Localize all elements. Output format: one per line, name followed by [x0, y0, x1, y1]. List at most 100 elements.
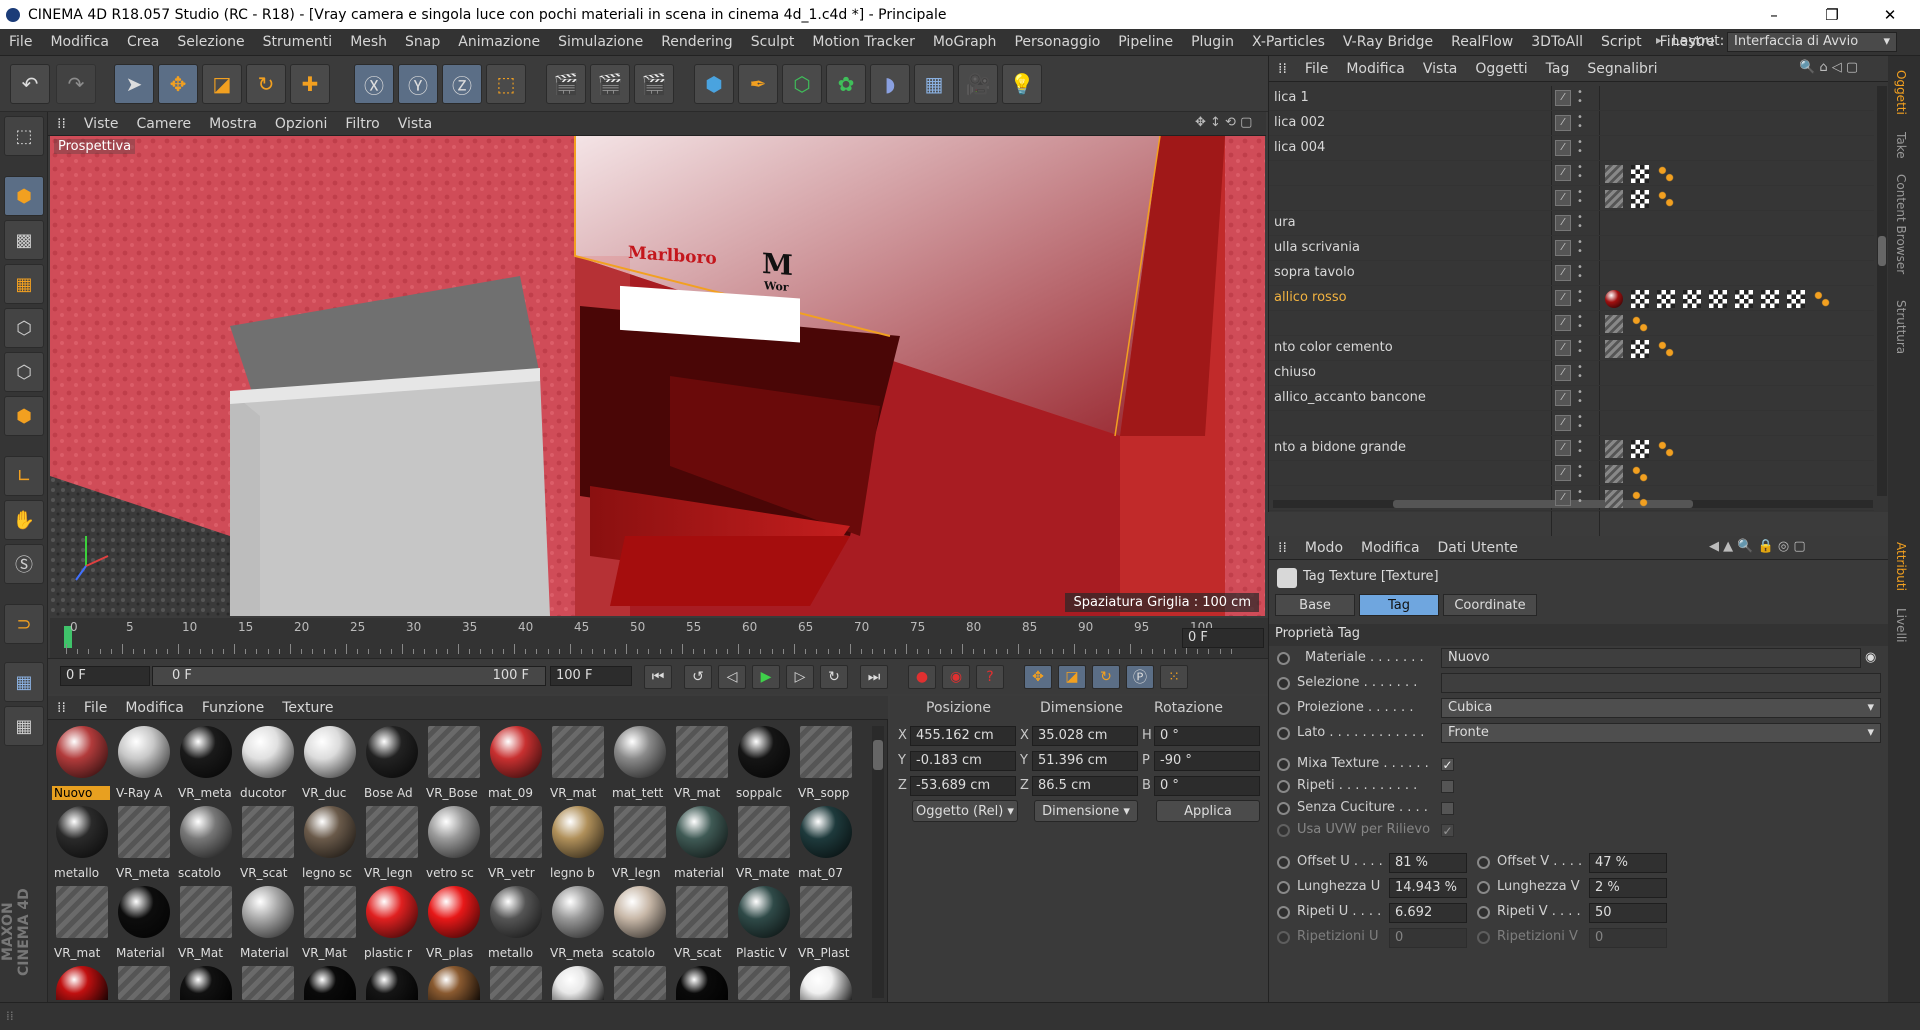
- light-button[interactable]: 💡: [1002, 64, 1042, 104]
- side-tab[interactable]: Content Browser: [1894, 174, 1908, 274]
- viewport-menu-item[interactable]: Filtro: [336, 116, 388, 132]
- object-toolbar-icons[interactable]: 🔍 ⌂ ◁ ▢: [1799, 60, 1858, 75]
- position-field[interactable]: -0.183 cm: [910, 751, 1016, 771]
- timeline-ruler[interactable]: 0 5 10 15 20 25 30 35 40 45 50 55 60 65 70 75 80 85 90 95 10…: [50, 618, 1268, 658]
- visibility-dots-icon[interactable]: • •: [1577, 363, 1583, 382]
- radio-icon[interactable]: [1277, 881, 1290, 894]
- radio-icon[interactable]: [1277, 727, 1290, 740]
- rotate-tool-button[interactable]: ↻: [246, 64, 286, 104]
- radio-icon[interactable]: [1277, 856, 1290, 869]
- object-row[interactable]: ⁄ • •: [1269, 161, 1874, 186]
- texture-tag-icon[interactable]: [1631, 440, 1649, 458]
- tweak-mode-button[interactable]: ✋: [4, 500, 44, 540]
- viewport-menu-item[interactable]: Vista: [389, 116, 442, 132]
- viewport-perspective[interactable]: Marlboro M Wor Prospettiva Spaziatura Gr…: [50, 136, 1265, 616]
- side-tab[interactable]: Livelli: [1894, 608, 1908, 643]
- material-swatch[interactable]: mat_07: [796, 804, 854, 880]
- size-field[interactable]: 35.028 cm: [1032, 726, 1138, 746]
- object-row[interactable]: chiuso ⁄ • •: [1269, 361, 1874, 386]
- texture-tag-icon[interactable]: [1787, 290, 1805, 308]
- radio-icon[interactable]: [1277, 677, 1290, 690]
- move-tool-button[interactable]: ✥: [158, 64, 198, 104]
- material-menu-item[interactable]: File: [75, 700, 116, 716]
- material-preview-icon[interactable]: [242, 966, 294, 1000]
- menu-18[interactable]: RealFlow: [1442, 34, 1522, 50]
- current-frame-field[interactable]: 0 F: [1182, 628, 1264, 648]
- locked-workplane-button[interactable]: ▦: [4, 706, 44, 746]
- coord-system-button[interactable]: ⬚: [486, 64, 526, 104]
- material-swatch[interactable]: Plastic V: [734, 884, 792, 960]
- key-param-button[interactable]: Ⓟ: [1126, 665, 1154, 689]
- object-row[interactable]: sopra tavolo ⁄ • •: [1269, 261, 1874, 286]
- redo-button[interactable]: ↷: [56, 64, 96, 104]
- material-preview-icon[interactable]: [552, 966, 604, 1000]
- visibility-toggle-icon[interactable]: ⁄: [1555, 415, 1571, 431]
- proiezione-dropdown[interactable]: Cubica ▾: [1441, 698, 1881, 718]
- visibility-dots-icon[interactable]: • •: [1577, 238, 1583, 257]
- texture-mode-button[interactable]: ▩: [4, 220, 44, 260]
- lato-dropdown[interactable]: Fronte ▾: [1441, 723, 1881, 743]
- material-swatch[interactable]: VR_scat: [672, 884, 730, 960]
- scale-tool-button[interactable]: ◪: [202, 64, 242, 104]
- selezione-field[interactable]: [1441, 673, 1881, 693]
- record-keys-button[interactable]: ●: [908, 665, 936, 689]
- material-swatch[interactable]: scatolo: [610, 884, 668, 960]
- link-clear-icon[interactable]: ◉: [1865, 650, 1876, 665]
- menu-20[interactable]: Script: [1592, 34, 1651, 50]
- autokey-button[interactable]: ◉: [942, 665, 970, 689]
- repeat-u-field[interactable]: 6.692: [1389, 903, 1467, 923]
- y-axis-button[interactable]: Ⓨ: [398, 64, 438, 104]
- radio-icon[interactable]: [1277, 652, 1290, 665]
- material-menu-item[interactable]: Funzione: [193, 700, 273, 716]
- viewport-nav-icons[interactable]: ✥ ↕ ⟲ ▢: [1195, 115, 1252, 130]
- visibility-dots-icon[interactable]: • •: [1577, 438, 1583, 457]
- phong-tag-icon[interactable]: [1813, 290, 1831, 308]
- repeat-v-field[interactable]: 50: [1589, 903, 1667, 923]
- radio-icon[interactable]: [1277, 758, 1290, 771]
- object-row[interactable]: lica 002 ⁄ • •: [1269, 111, 1874, 136]
- material-scrollbar[interactable]: [872, 726, 884, 998]
- recent-tool-button[interactable]: ✚: [290, 64, 330, 104]
- uvw-tag-icon[interactable]: [1605, 190, 1623, 208]
- material-preview-icon[interactable]: [800, 966, 852, 1000]
- uvw-tag-icon[interactable]: [1605, 315, 1623, 333]
- material-preview-icon[interactable]: [118, 966, 170, 1000]
- menu-12[interactable]: MoGraph: [924, 34, 1006, 50]
- tab-tag[interactable]: Tag: [1359, 594, 1439, 616]
- material-swatch[interactable]: metallo: [486, 884, 544, 960]
- tab-base[interactable]: Base: [1275, 594, 1355, 616]
- radio-icon[interactable]: [1277, 802, 1290, 815]
- material-swatch[interactable]: VR_Plast: [796, 884, 854, 960]
- cube-button[interactable]: ⬢: [694, 64, 734, 104]
- material-swatch[interactable]: VR_vetr: [486, 804, 544, 880]
- material-swatch[interactable]: plastic r: [362, 884, 420, 960]
- material-swatch[interactable]: Nuovo: [52, 724, 110, 800]
- material-swatch[interactable]: Material: [238, 884, 296, 960]
- edges-mode-button[interactable]: ⬡: [4, 352, 44, 392]
- pen-button[interactable]: ✒: [738, 64, 778, 104]
- material-swatch[interactable]: ducotor: [238, 724, 296, 800]
- coord-mode-dropdown[interactable]: Oggetto (Rel) ▾: [912, 800, 1018, 822]
- make-editable-button[interactable]: ⬚: [4, 116, 44, 156]
- menu-7[interactable]: Animazione: [449, 34, 549, 50]
- menu-1[interactable]: Modifica: [41, 34, 118, 50]
- z-axis-button[interactable]: Ⓩ: [442, 64, 482, 104]
- visibility-dots-icon[interactable]: • •: [1577, 263, 1583, 282]
- material-swatch[interactable]: VR_legn: [362, 804, 420, 880]
- end-frame-field[interactable]: 100 F: [550, 666, 632, 686]
- radio-icon[interactable]: [1477, 881, 1490, 894]
- material-swatch[interactable]: scatolo: [176, 804, 234, 880]
- minimize-button[interactable]: –: [1745, 0, 1803, 29]
- object-row[interactable]: allico rosso ⁄ • •: [1269, 286, 1874, 311]
- senza-checkbox[interactable]: [1441, 802, 1454, 815]
- rotation-field[interactable]: -90 °: [1154, 751, 1260, 771]
- material-swatch[interactable]: material: [672, 804, 730, 880]
- menu-14[interactable]: Pipeline: [1109, 34, 1182, 50]
- texture-tag-icon[interactable]: [1657, 290, 1675, 308]
- material-swatch[interactable]: VR_Mat: [300, 884, 358, 960]
- key-rotation-button[interactable]: ↻: [1092, 665, 1120, 689]
- apply-button[interactable]: Applica: [1156, 800, 1260, 822]
- material-swatch[interactable]: VR_mat: [548, 724, 606, 800]
- prev-frame-button[interactable]: ◁: [718, 665, 746, 689]
- visibility-toggle-icon[interactable]: ⁄: [1555, 240, 1571, 256]
